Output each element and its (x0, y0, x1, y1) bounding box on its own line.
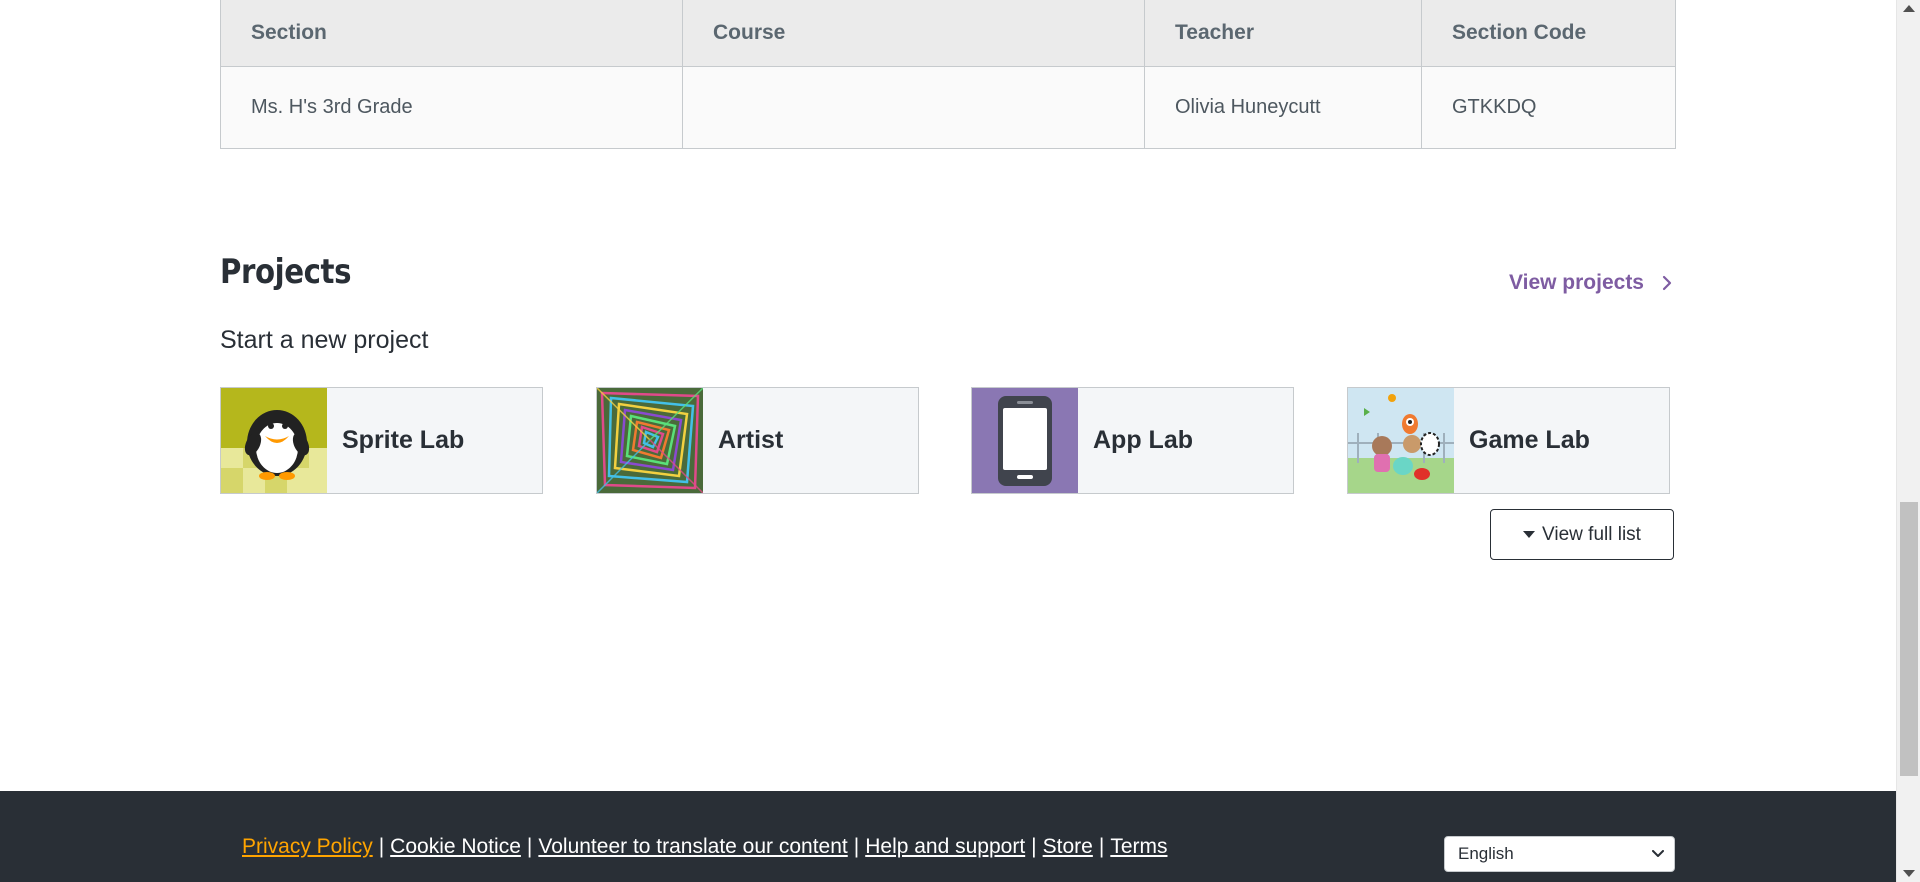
new-project-tiles: Sprite Lab Artist App Lab Game Lab (220, 387, 1680, 494)
artist-thumbnail (597, 388, 703, 493)
course-cell (682, 66, 1145, 149)
section-name-cell: Ms. H's 3rd Grade (220, 66, 683, 149)
section-code-cell: GTKKDQ (1421, 66, 1676, 149)
sections-table: Section Course Teacher Section Code Ms. … (220, 0, 1676, 149)
help-support-link[interactable]: Help and support (865, 835, 1025, 858)
footer: Privacy Policy | Cookie Notice | Volunteer t… (0, 791, 1896, 882)
column-header-section: Section (220, 0, 683, 67)
separator: | (853, 835, 860, 858)
separator: | (526, 835, 533, 858)
game-lab-label: Game Lab (1469, 426, 1590, 454)
terms-link[interactable]: Terms (1110, 835, 1167, 858)
chevron-down-icon (1652, 850, 1664, 857)
app-lab-label: App Lab (1093, 426, 1193, 454)
vertical-scrollbar[interactable] (1896, 0, 1920, 882)
chevron-right-icon (1662, 275, 1672, 291)
column-header-teacher: Teacher (1144, 0, 1422, 67)
scroll-up-arrow-icon[interactable] (1903, 5, 1915, 12)
table-row: Ms. H's 3rd Grade Olivia Huneycutt GTKKD… (220, 66, 1676, 149)
sprite-lab-tile[interactable]: Sprite Lab (220, 387, 543, 494)
separator: | (378, 835, 385, 858)
teacher-cell: Olivia Huneycutt (1144, 66, 1422, 149)
sprite-lab-thumbnail (221, 388, 327, 493)
sprite-lab-label: Sprite Lab (342, 426, 465, 454)
caret-down-icon (1523, 531, 1536, 538)
view-projects-label: View projects (1508, 271, 1644, 294)
column-header-course: Course (682, 0, 1145, 67)
game-lab-tile[interactable]: Game Lab (1347, 387, 1670, 494)
cookie-notice-link[interactable]: Cookie Notice (390, 835, 521, 858)
separator: | (1031, 835, 1037, 858)
table-header-row: Section Course Teacher Section Code (220, 0, 1676, 67)
view-full-list-label: View full list (1542, 523, 1641, 545)
separator: | (1098, 835, 1105, 858)
language-select[interactable]: English (1444, 836, 1675, 872)
app-lab-tile[interactable]: App Lab (971, 387, 1294, 494)
game-lab-thumbnail (1348, 388, 1454, 493)
language-select-value: English (1458, 844, 1514, 863)
privacy-policy-link[interactable]: Privacy Policy (242, 835, 373, 858)
scrollbar-thumb[interactable] (1900, 502, 1918, 776)
column-header-section-code: Section Code (1421, 0, 1676, 67)
artist-label: Artist (718, 426, 784, 454)
page: Section Course Teacher Section Code Ms. … (0, 0, 1896, 882)
app-lab-thumbnail (972, 388, 1078, 493)
store-link[interactable]: Store (1043, 835, 1093, 858)
scroll-down-arrow-icon[interactable] (1903, 870, 1915, 877)
projects-heading: Projects (220, 252, 352, 292)
footer-links: Privacy Policy | Cookie Notice | Volunteer t… (242, 835, 1167, 859)
start-new-project-heading: Start a new project (220, 326, 429, 354)
view-full-list-button[interactable]: View full list (1490, 509, 1674, 560)
volunteer-translate-link[interactable]: Volunteer to translate our content (538, 835, 847, 858)
view-projects-link[interactable]: View projects (1509, 271, 1674, 295)
artist-tile[interactable]: Artist (596, 387, 919, 494)
